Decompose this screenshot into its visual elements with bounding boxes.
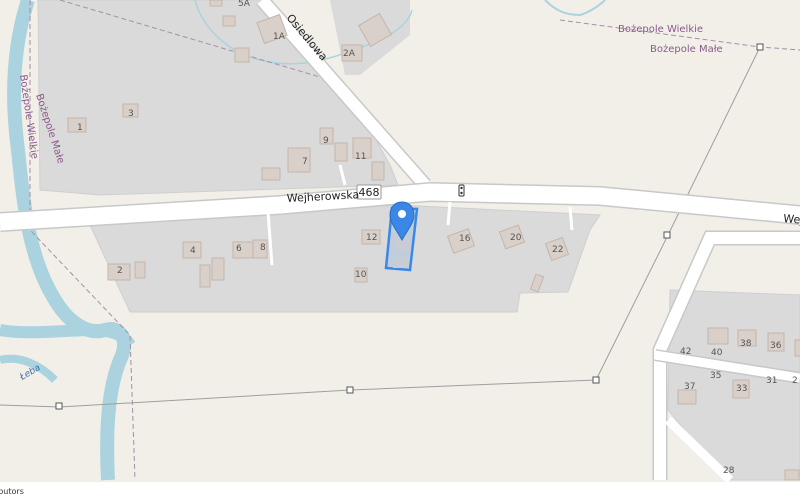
house-number: 40 [711, 348, 723, 358]
attribution-text[interactable]: ibutors [0, 487, 24, 496]
house-number: 33 [736, 384, 747, 394]
house-number: 36 [770, 341, 782, 351]
house-number: 2 [117, 266, 123, 276]
map-canvas[interactable]: 468 Wejherowska Wej Osiedlowa Bożepole W… [0, 0, 800, 500]
house-number: 5A [238, 0, 251, 9]
house-number: 10 [355, 270, 367, 280]
house-number: 31 [766, 376, 777, 386]
house-number: 42 [680, 347, 691, 357]
house-number: 28 [723, 466, 735, 476]
road-ref-label: 468 [359, 186, 380, 199]
house-number: 38 [740, 339, 752, 349]
map-view[interactable]: 468 Wejherowska Wej Osiedlowa Bożepole W… [0, 0, 800, 500]
house-number: 11 [355, 152, 366, 162]
house-number: 1A [273, 32, 286, 42]
house-number: 2 [792, 376, 798, 386]
house-number: 12 [366, 233, 377, 243]
house-number: 9 [323, 136, 329, 146]
house-number: 20 [510, 233, 522, 243]
house-number: 1 [77, 123, 83, 133]
house-number: 2A [343, 49, 356, 59]
admin-label-bozepole-male: Bożepole Małe [650, 44, 723, 55]
house-number: 7 [302, 157, 308, 167]
house-number: 16 [459, 234, 471, 244]
attribution: ibutors [0, 482, 800, 500]
selected-parcel-building-bottom [393, 258, 409, 268]
admin-label-bozepole-wielkie: Bożepole Wielkie [618, 24, 703, 35]
house-number: 22 [552, 245, 563, 255]
house-number: 8 [260, 243, 266, 253]
traffic-signal-icon [458, 184, 465, 197]
house-number: 3 [128, 109, 134, 119]
house-number: 4 [190, 246, 196, 256]
house-number: 35 [710, 371, 721, 381]
road-label-wejherowska-east: Wej [783, 212, 800, 227]
house-number: 6 [236, 244, 242, 254]
house-number: 37 [684, 382, 695, 392]
